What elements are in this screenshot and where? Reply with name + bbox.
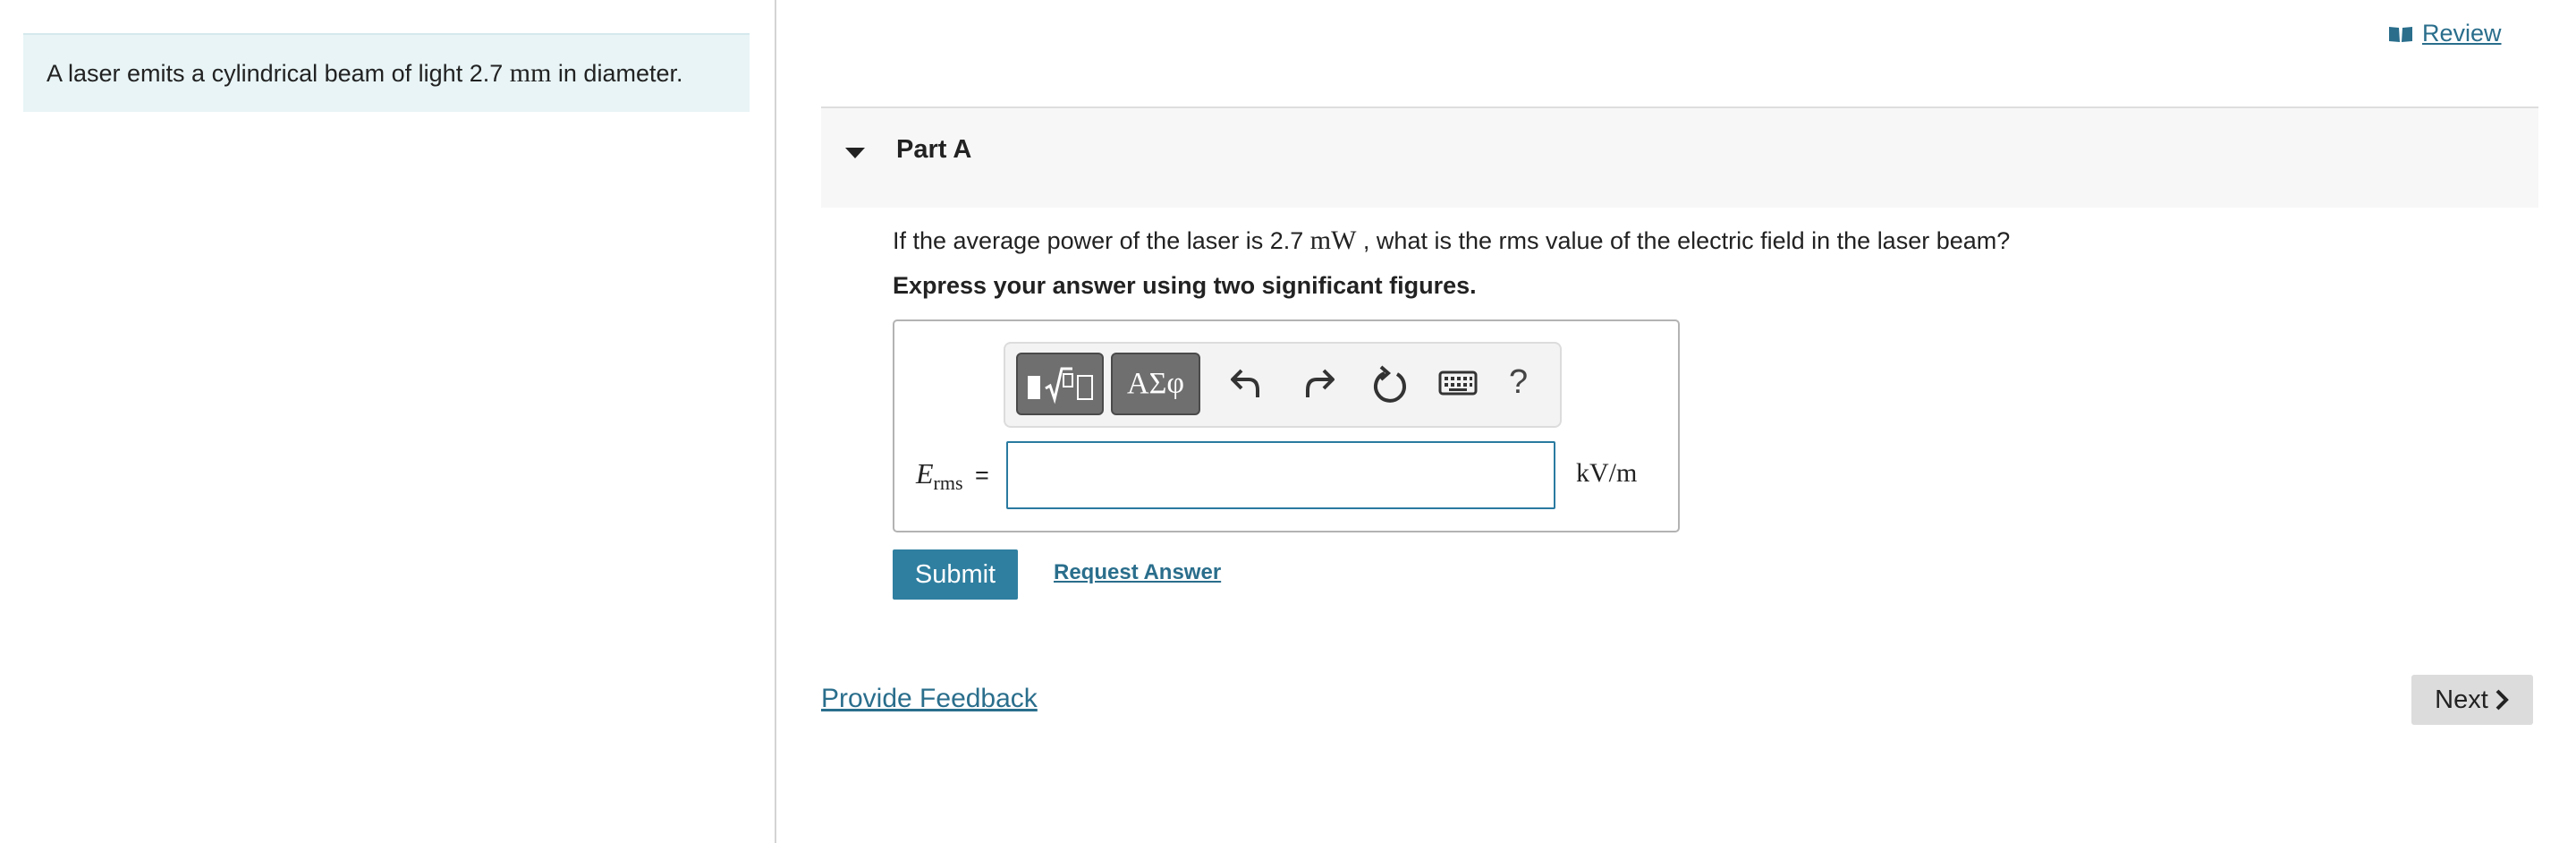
intro-text-before: A laser emits a cylindrical beam of ligh… [47, 59, 510, 87]
answer-variable-label: Erms = [916, 457, 989, 495]
intro-text-after: in diameter. [551, 59, 683, 87]
review-link[interactable]: Review [2388, 20, 2502, 47]
answer-subscript: rms [933, 472, 963, 494]
templates-icon [1028, 367, 1093, 404]
next-button[interactable]: Next [2411, 675, 2533, 725]
redo-icon[interactable] [1301, 363, 1336, 403]
math-toolbar: ΑΣφ ? [1004, 342, 1562, 428]
next-label: Next [2435, 685, 2488, 714]
book-icon [2389, 26, 2412, 42]
help-button[interactable]: ? [1509, 363, 1528, 402]
review-label: Review [2422, 20, 2502, 47]
answer-box: ΑΣφ ? Erms = kV/m [893, 319, 1680, 532]
answer-input[interactable] [1006, 441, 1555, 509]
answer-unit: kV/m [1576, 458, 1638, 488]
part-title: Part A [896, 135, 972, 164]
question-text-before: If the average power of the laser is 2.7 [893, 227, 1310, 254]
intro-unit: mm [509, 58, 552, 88]
provide-feedback-link[interactable]: Provide Feedback [821, 684, 1038, 714]
pane-divider [775, 0, 776, 843]
symbols-button[interactable]: ΑΣφ [1111, 353, 1200, 415]
part-a-header[interactable]: Part A [821, 106, 2538, 208]
chevron-right-icon [2496, 689, 2509, 711]
problem-statement: A laser emits a cylindrical beam of ligh… [23, 33, 750, 112]
instruction-text: Express your answer using two significan… [893, 272, 1477, 299]
caret-down-icon[interactable] [844, 146, 866, 160]
question-unit: mW [1309, 226, 1357, 255]
templates-button[interactable] [1016, 353, 1104, 415]
request-answer-link[interactable]: Request Answer [1054, 560, 1221, 585]
reset-icon[interactable] [1370, 363, 1410, 406]
submit-button[interactable]: Submit [893, 549, 1018, 600]
undo-icon[interactable] [1229, 363, 1265, 403]
keyboard-icon[interactable] [1438, 369, 1478, 397]
equals-sign: = [975, 462, 989, 489]
question-text: If the average power of the laser is 2.7… [893, 226, 2010, 256]
problem-intro-pane: A laser emits a cylindrical beam of ligh… [0, 0, 775, 843]
answer-variable: E [916, 457, 934, 490]
question-text-after: , what is the rms value of the electric … [1356, 227, 2011, 254]
